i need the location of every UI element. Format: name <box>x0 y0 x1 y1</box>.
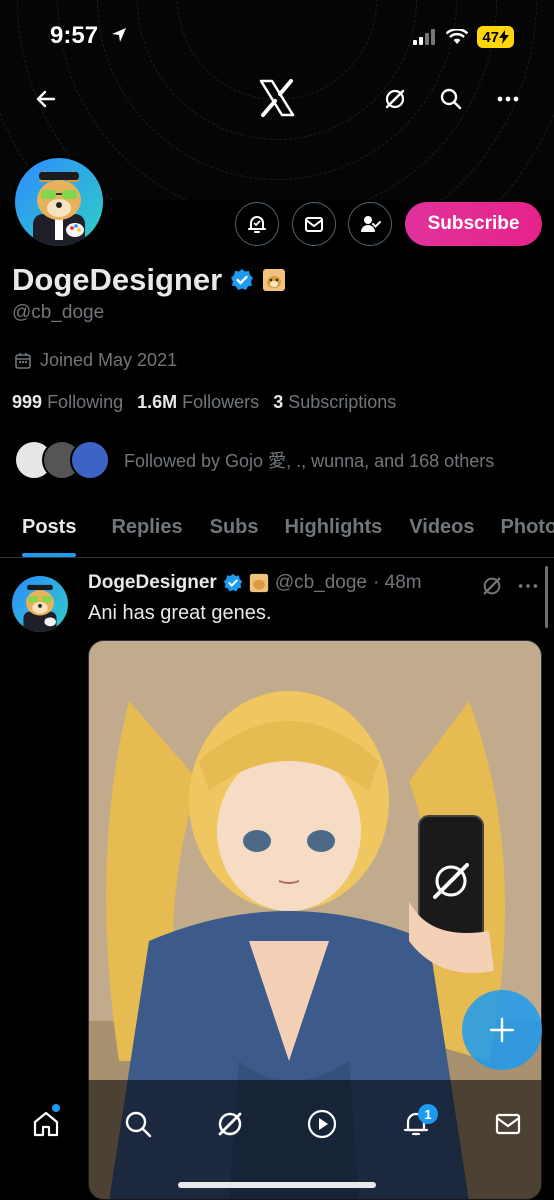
more-icon <box>497 96 519 102</box>
explore-icon <box>125 1111 152 1138</box>
search-icon <box>440 88 462 110</box>
doge-avatar-icon <box>33 170 85 246</box>
tab-home[interactable] <box>22 1100 70 1148</box>
grok-icon <box>218 1112 242 1136</box>
post-grok-button[interactable] <box>478 572 506 600</box>
home-unread-dot <box>52 1104 60 1112</box>
location-arrow-icon <box>112 28 126 42</box>
notify-button[interactable] <box>235 202 279 246</box>
followers-count: 1.6M <box>137 392 178 412</box>
profile-name-row: DogeDesigner <box>12 262 286 298</box>
signal-icon <box>413 29 436 45</box>
profile-handle: @cb_doge <box>12 302 105 323</box>
subscribe-button[interactable]: Subscribe <box>405 202 542 246</box>
followers-stat[interactable]: 1.6M Followers <box>137 392 259 413</box>
top-nav <box>0 72 554 128</box>
post-more-button[interactable] <box>514 572 542 600</box>
notify-icon <box>248 216 266 233</box>
back-button[interactable] <box>27 80 65 118</box>
home-indicator <box>178 1182 376 1188</box>
subscriptions-label: Subscriptions <box>288 392 397 412</box>
following-label: Following <box>47 392 124 412</box>
followed-by-text: Followed by Gojo 愛, ., wunna, and 168 ot… <box>124 451 495 471</box>
profile-display-name: DogeDesigner <box>12 262 223 297</box>
doge-affiliate-icon <box>263 269 286 291</box>
tab-grok[interactable] <box>206 1100 254 1148</box>
mail-icon <box>495 1113 521 1135</box>
followed-by-row[interactable]: Followed by Gojo 愛, ., wunna, and 168 ot… <box>14 440 494 480</box>
back-arrow-icon <box>36 90 56 108</box>
more-icon <box>518 584 538 588</box>
x-logo <box>253 74 301 122</box>
grok-button[interactable] <box>376 80 414 118</box>
grok-icon <box>483 577 501 595</box>
post-time: · 48m <box>373 572 422 593</box>
tab-video[interactable] <box>298 1100 346 1148</box>
tab-posts[interactable]: Posts <box>22 498 77 557</box>
following-button[interactable] <box>348 202 392 246</box>
post-avatar[interactable] <box>12 576 68 632</box>
battery-level: 47 <box>482 28 499 46</box>
tab-replies[interactable]: Replies <box>111 498 182 557</box>
following-count: 999 <box>12 392 43 412</box>
calendar-icon <box>15 352 31 369</box>
battery-indicator: 47 <box>477 26 514 48</box>
doge-affiliate-icon <box>249 573 268 593</box>
subscriptions-stat[interactable]: 3 Subscriptions <box>273 392 396 413</box>
x-logo-icon <box>259 79 295 117</box>
post-header: DogeDesigner @cb_doge · 48m <box>88 572 422 594</box>
followers-label: Followers <box>182 392 260 412</box>
joined-date: Joined May 2021 <box>14 350 177 371</box>
grok-icon <box>385 89 405 109</box>
message-button[interactable] <box>292 202 336 246</box>
doge-avatar-icon <box>23 584 57 632</box>
tab-videos[interactable]: Videos <box>409 498 474 557</box>
tab-explore[interactable] <box>114 1100 162 1148</box>
follower-avatar <box>70 440 110 480</box>
tab-subs[interactable]: Subs <box>210 498 259 557</box>
home-icon <box>33 1111 59 1137</box>
scroll-indicator <box>545 566 548 628</box>
following-stat[interactable]: 999 Following <box>12 392 123 413</box>
post-handle: @cb_doge <box>274 572 368 593</box>
joined-text: Joined May 2021 <box>40 350 178 370</box>
profile-stats: 999 Following 1.6M Followers 3 Subscript… <box>12 392 396 413</box>
more-button[interactable] <box>489 80 527 118</box>
post-author-name[interactable]: DogeDesigner <box>88 572 217 594</box>
notifications-badge: 1 <box>418 1104 438 1124</box>
compose-icon <box>489 1017 515 1043</box>
tab-notifications[interactable]: 1 <box>392 1100 440 1148</box>
subscriptions-count: 3 <box>273 392 284 412</box>
compose-button[interactable] <box>462 990 542 1070</box>
tab-messages[interactable] <box>484 1100 532 1148</box>
profile-tabs: Posts Replies Subs Highlights Videos Pho… <box>0 498 554 558</box>
wifi-icon <box>446 29 469 44</box>
following-icon <box>361 216 381 232</box>
charging-bolt-icon <box>499 30 509 44</box>
verified-icon <box>231 269 254 290</box>
tab-highlights[interactable]: Highlights <box>285 498 383 557</box>
status-bar: 9:57 47 <box>0 0 554 72</box>
tab-photos[interactable]: Photos <box>501 498 554 557</box>
status-icons: 47 <box>413 26 514 48</box>
message-icon <box>305 217 323 232</box>
search-button[interactable] <box>432 80 470 118</box>
play-icon <box>307 1109 337 1139</box>
verified-icon <box>223 573 242 592</box>
profile-avatar[interactable] <box>12 155 106 249</box>
status-time: 9:57 <box>50 22 99 49</box>
post-text: Ani has great genes. <box>88 602 272 624</box>
